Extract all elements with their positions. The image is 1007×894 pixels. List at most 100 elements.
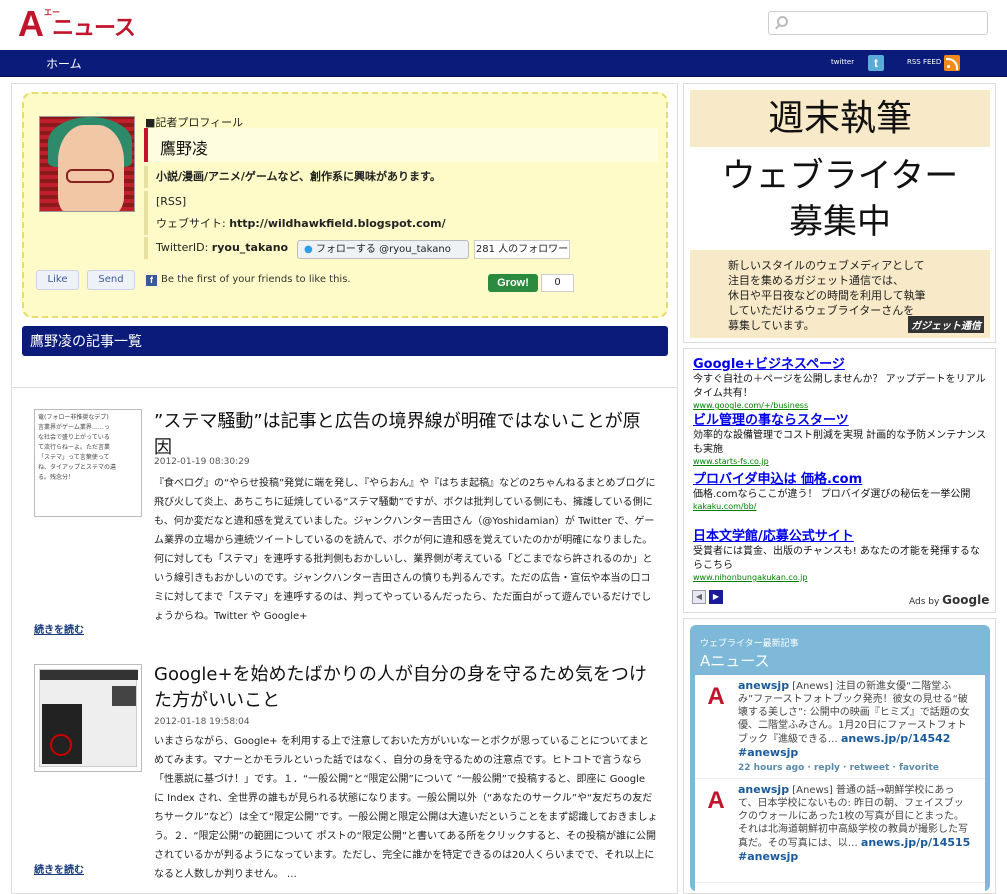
ad-item[interactable]: プロバイダ申込は 価格.com 価格.comならここが違う！ プロバイダ選びの秘… xyxy=(693,472,988,511)
author-profile: ■記者プロフィール 鷹野凌 小説/漫画/アニメ/ゲームなど、創作系に興味がありま… xyxy=(22,92,668,318)
ad-desc: 価格.comならここが違う！ プロバイダ選びの秘伝を一挙公開 xyxy=(693,489,971,500)
ad-title[interactable]: 日本文学館/応募公式サイト xyxy=(693,529,988,545)
website-link[interactable]: http://wildhawkfield.blogspot.com/ xyxy=(229,217,445,230)
banner-brand: ガジェット通信 xyxy=(908,316,984,333)
tweet-text: anewsjp [Anews] 注目の新進女優“二階堂ふみ”ファーストフォトブッ… xyxy=(738,679,973,760)
author-name: 鷹野凌 xyxy=(160,139,209,158)
ad-title[interactable]: プロバイダ申込は 価格.com xyxy=(693,472,988,488)
banner-top: 週末執筆 xyxy=(690,90,990,147)
article-date: 2012-01-19 08:30:29 xyxy=(154,457,250,467)
send-label: Send xyxy=(98,274,124,285)
ad-item[interactable]: 日本文学館/応募公式サイト 受賞者には賞金、出版のチャンスも! あなたの才能を発… xyxy=(693,529,988,582)
thumbnail-bar xyxy=(40,670,138,680)
article-list-title: 鷹野凌の記事一覧 xyxy=(22,326,668,356)
tweet-user[interactable]: anewsjp xyxy=(738,679,789,692)
twitter-widget-box: ウェブライター最新記事 Aニュース A anewsjp [Anews] 注目の新… xyxy=(690,625,990,891)
ad-url[interactable]: www.nihonbungakukan.co.jp xyxy=(693,573,988,582)
twitter-widget-title: Aニュース xyxy=(700,652,770,670)
banner-bottom: 新しいスタイルのウェブメディアとして 注目を集めるガジェット通信では、 休日や平… xyxy=(690,250,990,338)
facebook-like-text: Be the first of your friends to like thi… xyxy=(161,274,351,285)
follower-count: 281 人のフォロワー xyxy=(474,240,570,259)
tweet-user[interactable]: anewsjp xyxy=(738,783,789,796)
grow-count: 0 xyxy=(541,274,574,292)
tweet-meta[interactable]: 22 hours ago · reply · retweet · favorit… xyxy=(738,763,939,773)
article-title[interactable]: Google+を始めたばかりの人が自分の身を守るため気をつけた方がいいこと xyxy=(154,662,654,714)
ad-url[interactable]: kakaku.com/bb/ xyxy=(693,502,988,511)
ads-by-google[interactable]: Ads by Google xyxy=(909,593,989,607)
tweet: A anewsjp [Anews] 注目の新進女優“二階堂ふみ”ファーストフォト… xyxy=(695,675,985,779)
bird-icon: ● xyxy=(304,244,313,255)
tweet-avatar[interactable]: A xyxy=(700,785,732,817)
twitter-icon[interactable]: t xyxy=(868,55,884,71)
writer-recruit-banner[interactable]: 週末執筆 ウェブライター 募集中 新しいスタイルのウェブメディアとして 注目を集… xyxy=(683,83,996,343)
author-website: ウェブサイト: http://wildhawkfield.blogspot.co… xyxy=(144,213,658,235)
google-ads: Google+ビジネスページ 今すぐ自社の＋ページを公開しませんか？ アップデー… xyxy=(683,348,996,613)
tweet-link[interactable]: anews.jp/p/14542 xyxy=(841,732,950,745)
search-icon xyxy=(777,16,788,27)
ad-item[interactable]: ビル管理の事ならスターツ 効率的な設備管理でコスト削減を実現 計画的な予防メンテ… xyxy=(693,413,988,466)
like-label: Like xyxy=(47,274,68,285)
banner-inner: 週末執筆 ウェブライター 募集中 新しいスタイルのウェブメディアとして 注目を集… xyxy=(690,90,990,338)
logo-letter: A xyxy=(18,3,44,44)
ad-desc: 今すぐ自社の＋ページを公開しませんか？ アップデートをリアルタイム共有！ xyxy=(693,374,986,399)
facebook-icon: f xyxy=(146,275,157,286)
twitter-widget: ウェブライター最新記事 Aニュース A anewsjp [Anews] 注目の新… xyxy=(683,618,996,894)
article-excerpt: いまさらながら、Google+ を利用する上で注意しておいた方がいいなーとボクが… xyxy=(34,732,658,884)
main-nav: ホーム twitter RSS FEED xyxy=(0,50,1007,77)
ad-url[interactable]: www.starts-fs.co.jp xyxy=(693,457,988,466)
article-title[interactable]: ”ステマ騒動”は記事と広告の境界線が明確ではないことが原因 xyxy=(154,409,654,461)
banner-line1: ウェブライター xyxy=(721,156,959,196)
nav-home-link[interactable]: ホーム xyxy=(46,55,82,72)
article-excerpt-text: 『食べログ』の“やらせ投稿”発覚に端を発し、『やらおん』や『はちま起稿』などの2… xyxy=(154,478,656,622)
ad-item[interactable]: Google+ビジネスページ 今すぐ自社の＋ページを公開しませんか？ アップデー… xyxy=(693,357,988,410)
logo-text: ニュース xyxy=(52,16,136,41)
ads-by-prefix: Ads by xyxy=(909,597,943,607)
follow-label: フォローする @ryou_takano xyxy=(315,244,451,255)
profile-name-box: 鷹野凌 xyxy=(144,128,658,162)
main-content: ■記者プロフィール 鷹野凌 小説/漫画/アニメ/ゲームなど、創作系に興味がありま… xyxy=(11,83,678,894)
ad-title[interactable]: ビル管理の事ならスターツ xyxy=(693,413,988,429)
send-button[interactable]: Send xyxy=(87,270,135,290)
tweet-avatar[interactable]: A xyxy=(700,681,732,713)
twitter-widget-subtitle: ウェブライター最新記事 xyxy=(700,639,799,649)
article-item: 竜(フォロー非推奨なデブ) 言業界がゲーム業界……っ な社会で盛り上がっている … xyxy=(34,409,658,639)
banner-middle: ウェブライター 募集中 xyxy=(690,153,990,245)
sidebar: 週末執筆 ウェブライター 募集中 新しいスタイルのウェブメディアとして 注目を集… xyxy=(683,83,996,894)
rss-icon[interactable] xyxy=(944,55,960,71)
grow-button[interactable]: Grow! xyxy=(488,274,538,292)
ad-desc: 受賞者には賞金、出版のチャンスも! あなたの才能を発揮するならこちら xyxy=(693,546,980,571)
read-more-link[interactable]: 続きを読む xyxy=(34,861,84,876)
ads-by-brand: Google xyxy=(942,593,990,607)
article-date: 2012-01-18 19:58:04 xyxy=(154,717,250,727)
twitter-follow-button[interactable]: ● フォローする @ryou_takano xyxy=(297,240,469,259)
read-more-link[interactable]: 続きを読む xyxy=(34,621,84,636)
article-excerpt: 『食べログ』の“やらせ投稿”発覚に端を発し、『やらおん』や『はちま起稿』などの2… xyxy=(34,474,658,626)
ad-url[interactable]: www.google.com/+/business xyxy=(693,401,988,410)
tweet: A anewsjp [Anews] 普通の話→朝鮮学校にあって、日本学校にないも… xyxy=(695,779,985,883)
banner-line2: 募集中 xyxy=(789,202,891,242)
tweet-hashtag[interactable]: #anewsjp xyxy=(738,850,798,863)
site-logo[interactable]: A エー ニュース xyxy=(18,4,148,44)
search-input[interactable] xyxy=(768,11,988,35)
author-bio: 小説/漫画/アニメ/ゲームなど、創作系に興味があります。 xyxy=(144,166,658,188)
like-button[interactable]: Like xyxy=(36,270,79,290)
author-rss-link[interactable]: [RSS] xyxy=(144,191,658,213)
author-avatar xyxy=(39,116,135,212)
ad-next-button[interactable]: ▶ xyxy=(709,590,723,604)
tweet-hashtag[interactable]: #anewsjp xyxy=(738,746,798,759)
ad-prev-button[interactable]: ◀ xyxy=(692,590,706,604)
twitter-label: TwitterID: xyxy=(156,241,212,254)
site-header: A エー ニュース xyxy=(0,0,1007,50)
ad-title[interactable]: Google+ビジネスページ xyxy=(693,357,988,373)
article-item: Google+を始めたばかりの人が自分の身を守るため気をつけた方がいいこと 20… xyxy=(34,662,658,892)
tweet-link[interactable]: anews.jp/p/14515 xyxy=(861,836,970,849)
nav-rss-link[interactable]: RSS FEED xyxy=(907,58,941,66)
nav-twitter-link[interactable]: twitter xyxy=(831,58,854,66)
article-excerpt-text: いまさらながら、Google+ を利用する上で注意しておいた方がいいなーとボクが… xyxy=(154,736,658,880)
thumbnail-popup xyxy=(112,686,136,706)
divider xyxy=(12,387,678,388)
avatar-glasses xyxy=(66,169,114,183)
twitter-id: ryou_takano xyxy=(211,241,289,254)
tweet-text: anewsjp [Anews] 普通の話→朝鮮学校にあって、日本学校にないもの:… xyxy=(738,783,973,864)
ad-desc: 効率的な設備管理でコスト削減を実現 計画的な予防メンテナンスも実施 xyxy=(693,430,986,455)
